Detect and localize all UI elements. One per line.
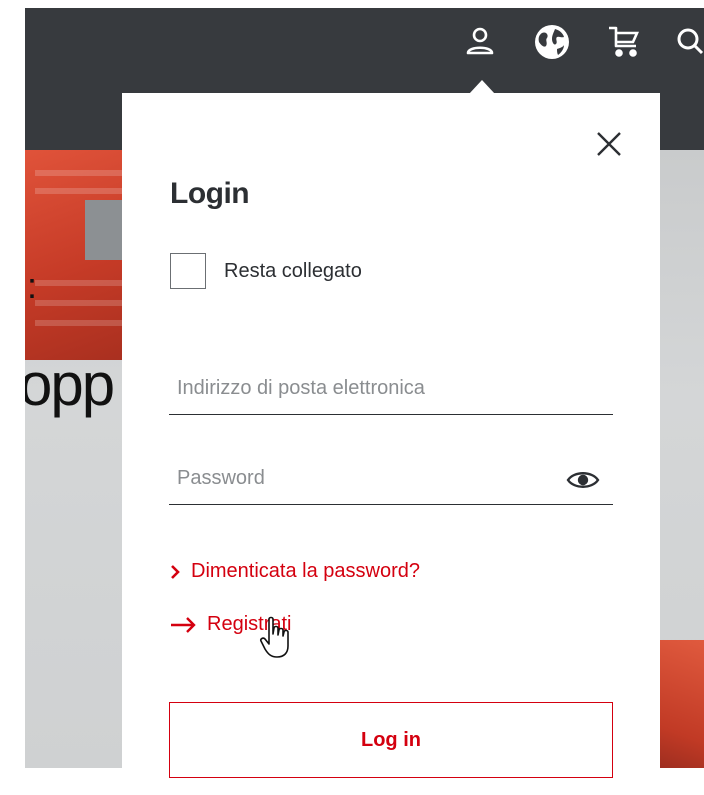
- forgot-password-label: Dimenticata la password?: [191, 560, 420, 582]
- hero-headline: opp: [25, 351, 115, 418]
- register-link[interactable]: Registrati: [169, 613, 291, 636]
- password-field[interactable]: [177, 463, 557, 493]
- remember-me-checkbox[interactable]: [170, 253, 206, 289]
- show-password-icon[interactable]: [565, 467, 601, 493]
- login-panel: Login Resta collegato Dimenticata la pas…: [122, 93, 660, 795]
- motor-image-left: [25, 150, 135, 360]
- forgot-password-link[interactable]: Dimenticata la password?: [169, 560, 420, 583]
- globe-icon[interactable]: [532, 22, 572, 62]
- hero-punctuation: :: [27, 265, 38, 306]
- motor-image-right: [658, 640, 704, 768]
- user-icon[interactable]: [460, 22, 500, 62]
- chevron-right-icon: [169, 564, 181, 580]
- password-field-wrapper: [169, 445, 613, 505]
- register-label: Registrati: [207, 613, 292, 635]
- login-title: Login: [170, 177, 250, 210]
- remember-me-label: Resta collegato: [224, 259, 362, 282]
- arrow-right-icon: [169, 616, 197, 633]
- remember-me: Resta collegato: [170, 253, 362, 289]
- cart-icon[interactable]: [604, 22, 644, 62]
- login-button[interactable]: Log in: [169, 702, 613, 778]
- close-icon[interactable]: [592, 127, 626, 161]
- dropdown-caret: [469, 80, 495, 94]
- email-field-wrapper: [169, 355, 613, 415]
- search-icon[interactable]: [670, 22, 704, 62]
- email-field[interactable]: [177, 373, 557, 403]
